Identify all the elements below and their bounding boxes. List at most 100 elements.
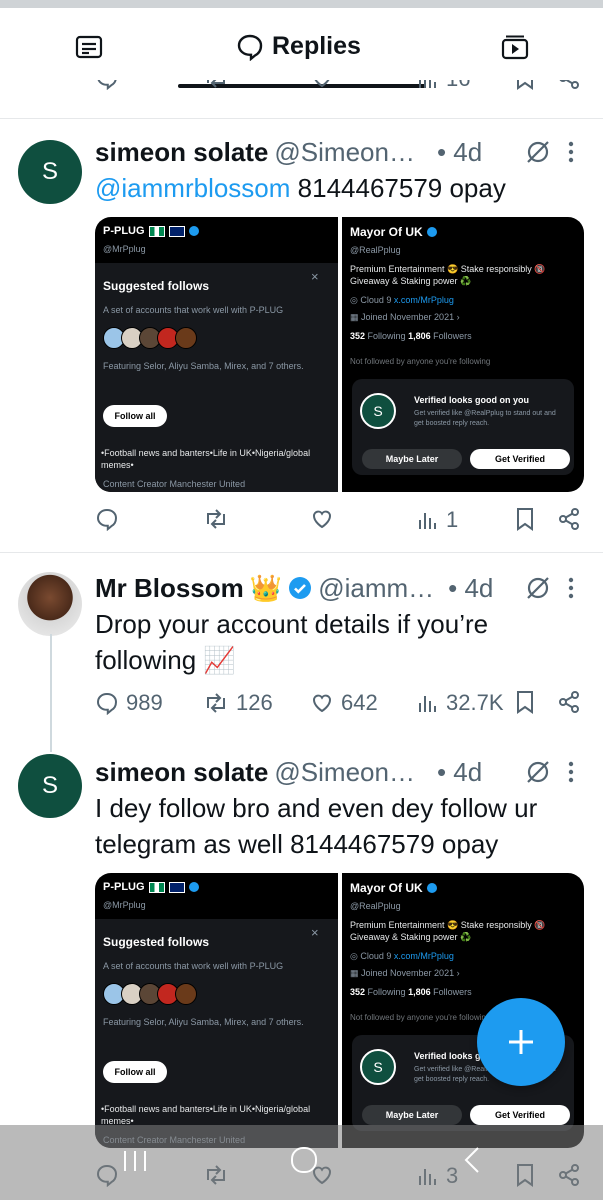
reply-button[interactable] xyxy=(95,507,119,531)
like-button[interactable] xyxy=(310,507,334,531)
joined-date: ▦ Joined November 2021 › xyxy=(350,312,460,322)
get-verified-button: Get Verified xyxy=(470,449,570,469)
brand-label: P-PLUG xyxy=(103,225,145,237)
featuring-text: Featuring Selor, Aliyu Samba, Mirex, and… xyxy=(103,1017,304,1027)
suggested-title: Suggested follows xyxy=(103,279,210,293)
following-count: 352 xyxy=(350,987,366,997)
follow-all-button: Follow all xyxy=(103,405,167,427)
followers-count: 1,806 xyxy=(408,331,431,341)
tweet-time: • 4d xyxy=(436,756,483,787)
reply-count: 989 xyxy=(126,690,163,715)
share-button[interactable] xyxy=(557,690,581,714)
plus-icon xyxy=(509,1030,533,1054)
home-icon xyxy=(291,1147,317,1173)
more-icon[interactable] xyxy=(568,576,574,600)
suggested-follows-box: Suggested follows × A set of accounts th… xyxy=(95,263,338,492)
reply-icon xyxy=(97,80,117,90)
mention-link[interactable]: @iammrblossom xyxy=(95,173,290,203)
avatar[interactable] xyxy=(18,572,82,636)
recent-apps-button[interactable] xyxy=(122,1149,148,1178)
views-icon xyxy=(419,80,436,88)
like-count: 642 xyxy=(341,690,378,715)
nigeria-flag-icon xyxy=(148,225,165,237)
following-count: 352 xyxy=(350,331,366,341)
views-count: 1 xyxy=(446,507,459,532)
thread-line xyxy=(50,634,52,752)
bookmark-icon xyxy=(517,508,533,531)
article-icon[interactable] xyxy=(75,34,103,60)
views-button[interactable]: 32.7K xyxy=(417,690,504,716)
followers-count: 1,806 xyxy=(408,987,431,997)
like-button[interactable] xyxy=(310,80,334,90)
media-left-panel: P-PLUG @MrPplug Suggested follows × A se… xyxy=(95,873,338,1148)
bookmark-button[interactable] xyxy=(515,507,535,531)
close-icon: × xyxy=(311,925,319,940)
video-icon[interactable] xyxy=(501,34,529,60)
share-button[interactable] xyxy=(557,80,581,90)
bookmark-button[interactable] xyxy=(515,690,535,714)
more-icon[interactable] xyxy=(568,760,574,784)
tweet-header: simeon solate @Simeon… • 4d xyxy=(95,756,482,788)
views-icon xyxy=(419,696,436,712)
avatar-letter: S xyxy=(41,158,58,185)
media-handle: @MrPplug xyxy=(103,900,146,910)
divider xyxy=(0,552,603,553)
back-icon xyxy=(464,1147,479,1173)
views-button[interactable]: 16 xyxy=(417,80,470,92)
maybe-later-button: Maybe Later xyxy=(362,1105,462,1125)
verified-desc: Get verified like @RealPplug to stand ou… xyxy=(414,410,556,427)
tweet-header: Mr Blossom 👑 @iamm… • 4d xyxy=(95,572,493,604)
profile-bio: •Football news and banters•Life in UK•Ni… xyxy=(101,1104,311,1126)
author-handle[interactable]: @Simeon… xyxy=(274,757,415,788)
followers-label: Followers xyxy=(433,987,472,997)
tweet-text-rest: 8144467579 opay xyxy=(290,173,506,203)
compose-button[interactable] xyxy=(477,998,565,1086)
repost-icon xyxy=(207,509,225,529)
tab-replies[interactable]: Replies xyxy=(236,32,361,61)
avatar[interactable]: S xyxy=(18,754,82,818)
media-right-panel: Mayor Of UK @RealPplug Premium Entertain… xyxy=(342,217,584,492)
profile-link: x.com/MrPplug xyxy=(393,295,454,305)
chart-emoji: 📈 xyxy=(203,645,236,675)
following-label: Following xyxy=(367,987,406,997)
follow-all-button: Follow all xyxy=(103,1061,167,1083)
suggested-desc: A set of accounts that work well with P-… xyxy=(103,305,284,315)
avatar[interactable]: S xyxy=(18,140,82,204)
bookmark-button[interactable] xyxy=(515,80,535,90)
like-button[interactable]: 642 xyxy=(310,690,378,716)
repost-button[interactable] xyxy=(203,80,229,90)
avatar-letter: S xyxy=(41,772,58,799)
profile-bio-right: Premium Entertainment 😎 Stake responsibl… xyxy=(350,264,546,286)
author-name[interactable]: Mr Blossom xyxy=(95,573,244,604)
repost-button[interactable] xyxy=(203,507,229,531)
share-icon xyxy=(559,508,579,530)
follow-counts: 352 Following 1,806 Followers xyxy=(350,987,472,997)
more-icon[interactable] xyxy=(568,140,574,164)
views-button[interactable]: 1 xyxy=(417,507,458,533)
nigeria-flag-icon xyxy=(148,881,165,893)
recent-apps-icon xyxy=(124,1151,146,1171)
profile-handle: @RealPplug xyxy=(350,245,401,255)
get-verified-button: Get Verified xyxy=(470,1105,570,1125)
bookmark-icon xyxy=(517,691,533,714)
author-name[interactable]: simeon solate xyxy=(95,137,268,168)
back-button[interactable] xyxy=(462,1145,482,1180)
share-button[interactable] xyxy=(557,507,581,531)
author-handle[interactable]: @Simeon… xyxy=(274,137,415,168)
media-image[interactable]: P-PLUG @MrPplug Suggested follows × A se… xyxy=(95,217,584,492)
media-left-panel: P-PLUG @MrPplug Suggested follows × A se… xyxy=(95,217,338,492)
reply-button[interactable]: 989 xyxy=(95,690,163,716)
tweet-header: simeon solate @Simeon… • 4d xyxy=(95,136,482,168)
home-button[interactable] xyxy=(289,1145,319,1180)
tweet-text-main: Drop your account details if you’re foll… xyxy=(95,609,489,675)
grok-icon[interactable] xyxy=(524,138,552,166)
author-name[interactable]: simeon solate xyxy=(95,757,268,788)
verified-icon xyxy=(288,576,312,600)
repost-button[interactable]: 126 xyxy=(203,690,273,716)
promo-avatar: S xyxy=(360,393,396,429)
profile-link: x.com/MrPplug xyxy=(393,951,454,961)
grok-icon[interactable] xyxy=(524,574,552,602)
grok-icon[interactable] xyxy=(524,758,552,786)
author-handle[interactable]: @iamm… xyxy=(318,573,434,604)
reply-button[interactable] xyxy=(95,80,119,90)
